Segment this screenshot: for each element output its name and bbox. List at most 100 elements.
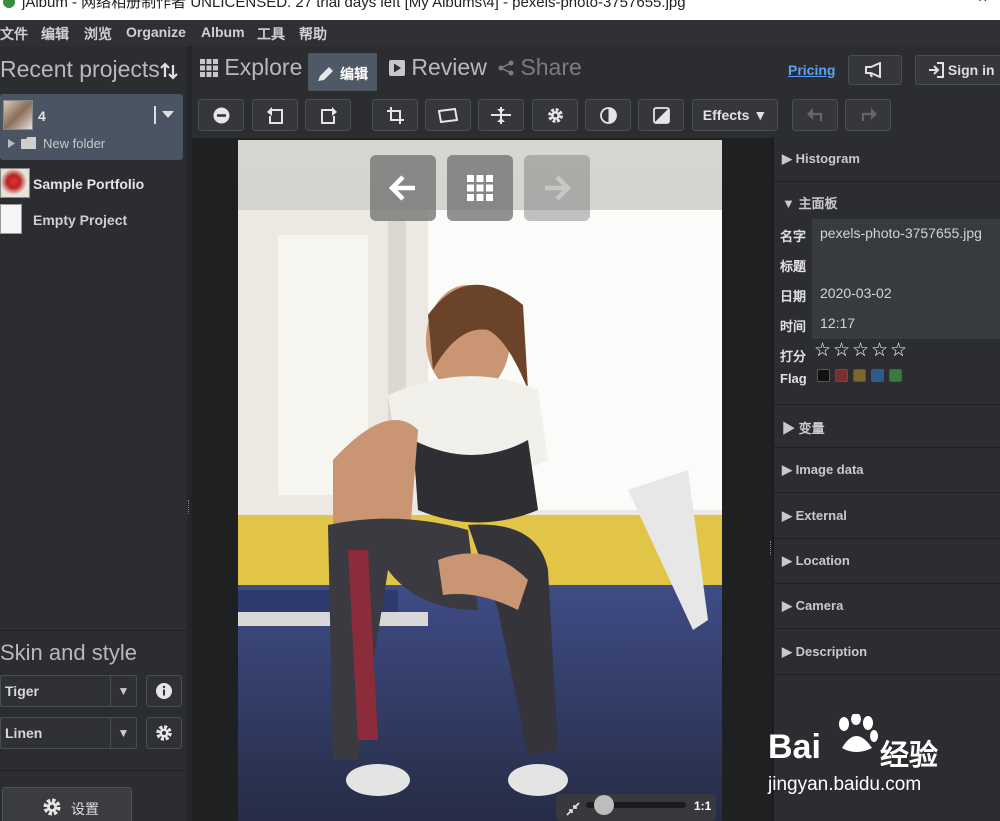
folder-item-label[interactable]: New folder xyxy=(43,136,105,151)
redo-button[interactable] xyxy=(845,99,891,131)
expand-triangle-icon: ▶ xyxy=(782,151,796,166)
panel-divider xyxy=(0,630,187,631)
menu-file[interactable]: 文件 xyxy=(0,24,28,44)
section-variables[interactable]: ▶ 变量 xyxy=(774,404,1000,448)
project-name: Sample Portfolio xyxy=(33,176,145,192)
chevron-down-icon[interactable]: ▼ xyxy=(110,718,136,748)
tab-edit[interactable]: 编辑 xyxy=(308,53,377,91)
previous-image-button[interactable] xyxy=(370,155,436,221)
section-title: Histogram xyxy=(795,151,860,166)
menu-edit[interactable]: 编辑 xyxy=(41,24,69,44)
undo-button[interactable] xyxy=(792,99,838,131)
gear-icon xyxy=(156,725,172,741)
pricing-link[interactable]: Pricing xyxy=(788,62,835,78)
exposure-icon xyxy=(652,107,670,124)
straighten-button[interactable] xyxy=(425,99,471,131)
field-label: 名字 xyxy=(780,229,807,244)
edit-toolbar: Effects ▼ xyxy=(192,94,1000,138)
sort-arrows-icon[interactable] xyxy=(160,62,178,80)
project-name: Empty Project xyxy=(33,212,128,228)
minimize-button[interactable]: – xyxy=(933,0,942,7)
menu-album[interactable]: Album xyxy=(201,24,245,40)
section-title: Image data xyxy=(795,462,864,477)
zoom-slider-handle[interactable] xyxy=(594,795,614,815)
title-input[interactable] xyxy=(812,249,1000,279)
field-label: 打分 xyxy=(780,349,807,364)
section-camera[interactable]: ▶ Camera xyxy=(774,585,1000,629)
expand-triangle-icon: ▶ xyxy=(782,462,796,477)
sign-in-button[interactable]: Sign in xyxy=(915,55,1000,85)
grid-view-button[interactable] xyxy=(447,155,513,221)
project-item-4[interactable]: 4 New folder xyxy=(0,94,183,160)
grid-icon xyxy=(467,175,493,201)
watermark-brand-suffix: 经验 xyxy=(880,740,939,772)
collapse-triangle-icon: ▼ xyxy=(782,196,799,211)
section-location[interactable]: ▶ Location xyxy=(774,540,1000,584)
tab-review[interactable]: Review xyxy=(389,54,487,81)
flag-blue[interactable] xyxy=(871,369,884,382)
rating-star-4[interactable]: ☆ xyxy=(871,339,888,362)
menu-browse[interactable]: 浏览 xyxy=(84,24,112,44)
tab-share[interactable]: Share xyxy=(498,54,582,81)
rating-star-2[interactable]: ☆ xyxy=(833,339,850,362)
rotate-right-button[interactable] xyxy=(305,99,351,131)
menu-help[interactable]: 帮助 xyxy=(299,24,327,44)
field-label: 时间 xyxy=(780,319,807,334)
menu-tools[interactable]: 工具 xyxy=(257,24,285,44)
style-settings-button[interactable] xyxy=(146,717,182,749)
section-main-panel[interactable]: ▼ 主面板 xyxy=(774,183,1000,219)
crop-button[interactable] xyxy=(372,99,418,131)
chevron-down-icon[interactable] xyxy=(162,111,174,119)
actual-size-button[interactable]: 1:1 xyxy=(694,799,711,813)
tab-review-label: Review xyxy=(411,54,487,80)
rating-star-3[interactable]: ☆ xyxy=(852,339,869,362)
gear-icon xyxy=(547,108,563,123)
rotate-left-icon xyxy=(266,107,283,124)
style-select[interactable]: Linen ▼ xyxy=(0,717,137,749)
flip-button[interactable] xyxy=(478,99,524,131)
name-input[interactable]: pexels-photo-3757655.jpg xyxy=(812,219,1000,249)
flag-black[interactable] xyxy=(817,369,830,382)
rating-star-5[interactable]: ☆ xyxy=(890,339,907,362)
photo-preview xyxy=(238,140,722,821)
zoom-out-button[interactable] xyxy=(198,99,244,131)
crop-icon xyxy=(386,107,404,124)
expand-triangle-icon[interactable] xyxy=(8,139,15,148)
tab-explore-label: Explore xyxy=(224,54,303,80)
tab-explore[interactable]: Explore xyxy=(200,54,302,81)
section-description[interactable]: ▶ Description xyxy=(774,631,1000,675)
adjust-button[interactable] xyxy=(532,99,578,131)
flag-red[interactable] xyxy=(835,369,848,382)
settings-button[interactable]: 设置 xyxy=(2,787,132,821)
splitter-grip xyxy=(770,541,772,555)
shrink-icon[interactable] xyxy=(566,802,580,816)
grid-icon xyxy=(200,59,218,77)
flag-yellow[interactable] xyxy=(853,369,866,382)
project-thumbnail xyxy=(3,100,33,130)
rotate-left-button[interactable] xyxy=(252,99,298,131)
next-image-button[interactable] xyxy=(524,155,590,221)
field-label: 标题 xyxy=(780,259,807,274)
effects-dropdown[interactable]: Effects ▼ xyxy=(692,99,778,131)
contrast-button[interactable] xyxy=(585,99,631,131)
section-image-data[interactable]: ▶ Image data xyxy=(774,449,1000,493)
skin-select[interactable]: Tiger ▼ xyxy=(0,675,137,707)
time-input[interactable]: 12:17 xyxy=(812,309,1000,339)
section-histogram[interactable]: ▶ Histogram xyxy=(774,138,1000,182)
flag-green[interactable] xyxy=(889,369,902,382)
project-menu-divider xyxy=(154,106,156,124)
rating-star-1[interactable]: ☆ xyxy=(814,339,831,362)
menu-organize[interactable]: Organize xyxy=(126,24,186,40)
sign-in-icon xyxy=(929,62,944,78)
announcements-button[interactable] xyxy=(848,55,902,85)
section-external[interactable]: ▶ External xyxy=(774,495,1000,539)
close-button[interactable]: × xyxy=(978,0,987,7)
folder-icon xyxy=(21,137,36,149)
chevron-down-icon[interactable]: ▼ xyxy=(110,676,136,706)
left-panel: Recent projects 4 New folder Sample Port… xyxy=(0,46,187,821)
image-viewer[interactable]: 1:1 xyxy=(192,138,772,821)
date-input[interactable]: 2020-03-02 xyxy=(812,279,1000,309)
skin-info-button[interactable] xyxy=(146,675,182,707)
exposure-button[interactable] xyxy=(638,99,684,131)
field-title: 标题 xyxy=(774,249,1000,279)
